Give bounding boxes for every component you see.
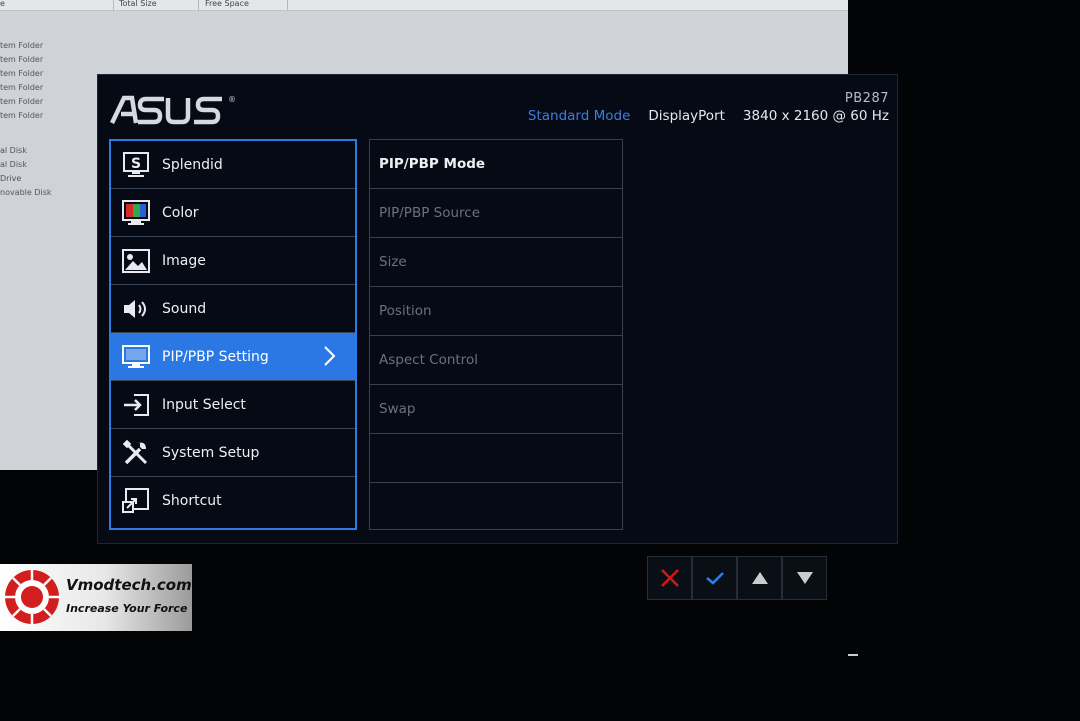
splendid-icon: S [121,150,151,180]
main-menu-item-image[interactable]: Image [111,237,355,285]
main-menu-label: Sound [162,300,207,317]
status-line: Standard Mode DisplayPort 3840 x 2160 @ 60… [510,108,889,124]
list-item[interactable]: tem Folder [0,69,43,78]
input-icon [121,390,151,420]
column-header: Total Size Free Space e [0,0,848,11]
main-menu-label: Shortcut [162,493,222,509]
sub-menu-item-position[interactable]: Position [370,287,622,336]
up-arrow-icon [751,572,768,584]
osd-panel: ® PB287 Standard Mode DisplayPort 3840 x 2… [97,74,898,544]
monitor-icon [121,342,151,372]
sub-menu-item-empty [370,434,622,483]
list-item[interactable]: tem Folder [0,97,43,106]
list-item[interactable]: al Disk [0,146,27,155]
sub-menu-item-pip-pbp-mode[interactable]: PIP/PBP Mode [370,140,622,189]
list-item[interactable]: al Disk [0,160,27,169]
list-item[interactable]: tem Folder [0,55,43,64]
close-icon [660,569,679,587]
main-menu-item-color[interactable]: Color [111,189,355,237]
sub-menu-item-aspect-control[interactable]: Aspect Control [370,336,622,385]
sub-menu-item-swap[interactable]: Swap [370,385,622,434]
tools-icon [121,438,151,468]
main-menu-label: Input Select [162,396,246,413]
watermark-site: Vmodtech.com [66,576,192,594]
color-icon [121,198,151,228]
column-free-space[interactable]: Free Space [205,0,249,8]
image-icon [121,246,151,276]
mode-status: Standard Mode [527,108,631,124]
main-menu-item-input-select[interactable]: Input Select [111,381,355,429]
power-indicator [848,654,858,656]
shortcut-icon [121,486,151,516]
down-button[interactable] [782,556,827,600]
input-status: DisplayPort [648,108,725,124]
osd-control-buttons [647,556,827,600]
main-menu-item-shortcut[interactable]: Shortcut [111,477,355,525]
sub-menu-item-size[interactable]: Size [370,238,622,287]
confirm-button[interactable] [692,556,737,600]
main-menu-label: System Setup [162,444,260,461]
list-item[interactable]: tem Folder [0,41,43,50]
chevron-right-icon [324,346,336,366]
sub-menu-item-empty [370,483,622,532]
list-item[interactable]: tem Folder [0,111,43,120]
watermark-tagline: Increase Your Force [66,602,188,615]
up-button[interactable] [737,556,782,600]
main-menu: S Splendid Color Image Sound PIP/PBP Set… [109,139,357,530]
list-item[interactable]: tem Folder [0,83,43,92]
main-menu-label: PIP/PBP Setting [162,348,269,365]
main-menu-item-sound[interactable]: Sound [111,285,355,333]
resolution-status: 3840 x 2160 @ 60 Hz [742,108,889,124]
column-total-size[interactable]: Total Size [119,0,157,8]
vmodtech-seal-logo [5,570,59,624]
vmodtech-watermark: Vmodtech.com Increase Your Force [0,564,192,631]
main-menu-item-splendid[interactable]: S Splendid [111,141,355,189]
registered-mark: ® [228,95,236,104]
main-menu-label: Color [162,204,199,221]
main-menu-item-pip-pbp-setting[interactable]: PIP/PBP Setting [111,333,355,381]
check-icon [705,572,724,585]
main-menu-item-system-setup[interactable]: System Setup [111,429,355,477]
main-menu-label: Image [162,252,206,269]
sub-menu: PIP/PBP Mode PIP/PBP Source Size Positio… [369,139,623,530]
list-item[interactable]: novable Disk [0,188,52,197]
column-partial: e [0,0,5,8]
model-label: PB287 [844,91,889,106]
down-arrow-icon [796,572,813,584]
close-button[interactable] [647,556,692,600]
speaker-icon [121,294,151,324]
list-item[interactable]: Drive [0,174,21,183]
sub-menu-item-pip-pbp-source[interactable]: PIP/PBP Source [370,189,622,238]
svg-text:S: S [131,156,141,172]
asus-logo [110,95,235,125]
main-menu-label: Splendid [162,156,223,173]
